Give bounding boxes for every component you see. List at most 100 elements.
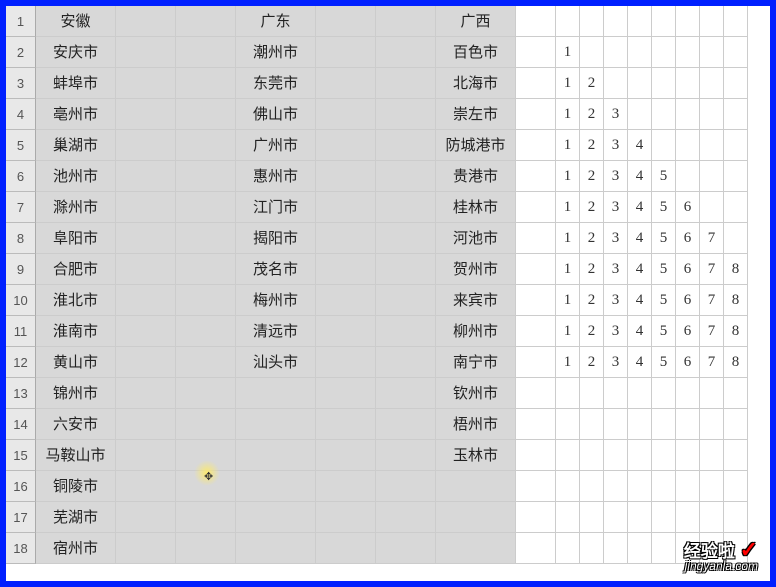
cell-blank[interactable] <box>516 99 556 130</box>
cell-number[interactable] <box>604 37 628 68</box>
cell-province-a[interactable]: 滁州市 <box>36 192 116 223</box>
cell-number[interactable] <box>700 192 724 223</box>
cell-province-b[interactable] <box>236 378 316 409</box>
row-header[interactable]: 8 <box>6 223 36 254</box>
cell-empty[interactable] <box>316 409 376 440</box>
cell-number[interactable] <box>724 440 748 471</box>
row-header[interactable]: 14 <box>6 409 36 440</box>
cell-number[interactable] <box>724 130 748 161</box>
cell-number[interactable]: 8 <box>724 316 748 347</box>
cell-number[interactable]: 4 <box>628 223 652 254</box>
cell-blank[interactable] <box>516 502 556 533</box>
row-header[interactable]: 6 <box>6 161 36 192</box>
cell-province-c[interactable]: 北海市 <box>436 68 516 99</box>
cell-number[interactable]: 3 <box>604 192 628 223</box>
cell-number[interactable] <box>628 68 652 99</box>
cell-number[interactable]: 4 <box>628 192 652 223</box>
cell-empty[interactable] <box>316 471 376 502</box>
cell-province-a[interactable]: 马鞍山市 <box>36 440 116 471</box>
cell-number[interactable]: 2 <box>580 285 604 316</box>
cell-number[interactable]: 6 <box>676 223 700 254</box>
row-header[interactable]: 3 <box>6 68 36 99</box>
cell-province-a[interactable]: 六安市 <box>36 409 116 440</box>
cell-empty[interactable] <box>316 130 376 161</box>
cell-number[interactable] <box>700 502 724 533</box>
cell-province-c[interactable]: 柳州市 <box>436 316 516 347</box>
cell-number[interactable] <box>604 533 628 564</box>
cell-province-a[interactable]: 巢湖市 <box>36 130 116 161</box>
cell-number[interactable]: 2 <box>580 254 604 285</box>
cell-number[interactable] <box>628 409 652 440</box>
cell-number[interactable] <box>628 533 652 564</box>
cell-number[interactable] <box>652 502 676 533</box>
cell-province-c[interactable]: 贵港市 <box>436 161 516 192</box>
cell-number[interactable] <box>652 99 676 130</box>
cell-number[interactable]: 4 <box>628 285 652 316</box>
cell-province-c[interactable]: 来宾市 <box>436 285 516 316</box>
cell-province-c[interactable]: 梧州市 <box>436 409 516 440</box>
cell-province-b[interactable]: 江门市 <box>236 192 316 223</box>
row-header[interactable]: 1 <box>6 6 36 37</box>
cell-province-c[interactable]: 南宁市 <box>436 347 516 378</box>
cell-number[interactable]: 4 <box>628 347 652 378</box>
cell-province-b[interactable]: 惠州市 <box>236 161 316 192</box>
cell-blank[interactable] <box>516 161 556 192</box>
cell-province-a[interactable]: 安庆市 <box>36 37 116 68</box>
cell-number[interactable]: 3 <box>604 285 628 316</box>
cell-number[interactable] <box>604 68 628 99</box>
cell-blank[interactable] <box>516 254 556 285</box>
cell-number[interactable] <box>700 409 724 440</box>
cell-empty[interactable] <box>376 347 436 378</box>
cell-number[interactable]: 6 <box>676 347 700 378</box>
cell-number[interactable] <box>676 440 700 471</box>
cell-empty[interactable] <box>116 347 176 378</box>
cell-number[interactable] <box>652 68 676 99</box>
cell-empty[interactable] <box>176 378 236 409</box>
cell-number[interactable] <box>724 6 748 37</box>
cell-blank[interactable] <box>516 533 556 564</box>
cell-empty[interactable] <box>316 223 376 254</box>
cell-province-b[interactable]: 清远市 <box>236 316 316 347</box>
cell-number[interactable] <box>556 6 580 37</box>
cell-empty[interactable] <box>376 223 436 254</box>
cell-number[interactable] <box>604 6 628 37</box>
cell-blank[interactable] <box>516 223 556 254</box>
cell-province-c[interactable]: 桂林市 <box>436 192 516 223</box>
cell-empty[interactable] <box>176 99 236 130</box>
cell-province-c[interactable]: 防城港市 <box>436 130 516 161</box>
cell-number[interactable] <box>676 502 700 533</box>
cell-number[interactable] <box>628 6 652 37</box>
cell-empty[interactable] <box>316 440 376 471</box>
cell-number[interactable]: 3 <box>604 223 628 254</box>
cell-number[interactable] <box>724 378 748 409</box>
cell-empty[interactable] <box>376 192 436 223</box>
cell-number[interactable] <box>676 161 700 192</box>
cell-province-a[interactable]: 黄山市 <box>36 347 116 378</box>
cell-number[interactable]: 1 <box>556 192 580 223</box>
cell-blank[interactable] <box>516 409 556 440</box>
cell-number[interactable] <box>700 471 724 502</box>
cell-number[interactable] <box>652 471 676 502</box>
cell-number[interactable]: 3 <box>604 161 628 192</box>
cell-empty[interactable] <box>376 99 436 130</box>
cell-number[interactable] <box>580 533 604 564</box>
cell-number[interactable] <box>676 37 700 68</box>
cell-number[interactable]: 2 <box>580 347 604 378</box>
cell-province-c[interactable] <box>436 471 516 502</box>
cell-empty[interactable] <box>116 409 176 440</box>
cell-empty[interactable] <box>116 502 176 533</box>
cell-empty[interactable] <box>376 285 436 316</box>
cell-number[interactable]: 5 <box>652 347 676 378</box>
cell-number[interactable] <box>628 378 652 409</box>
cell-number[interactable]: 6 <box>676 316 700 347</box>
cell-number[interactable] <box>628 37 652 68</box>
cell-empty[interactable] <box>176 192 236 223</box>
cell-number[interactable] <box>628 440 652 471</box>
cell-empty[interactable] <box>116 471 176 502</box>
cell-empty[interactable] <box>316 254 376 285</box>
cell-number[interactable] <box>580 409 604 440</box>
cell-number[interactable] <box>724 161 748 192</box>
cell-province-b[interactable]: 梅州市 <box>236 285 316 316</box>
cell-empty[interactable] <box>176 347 236 378</box>
cell-number[interactable]: 1 <box>556 347 580 378</box>
